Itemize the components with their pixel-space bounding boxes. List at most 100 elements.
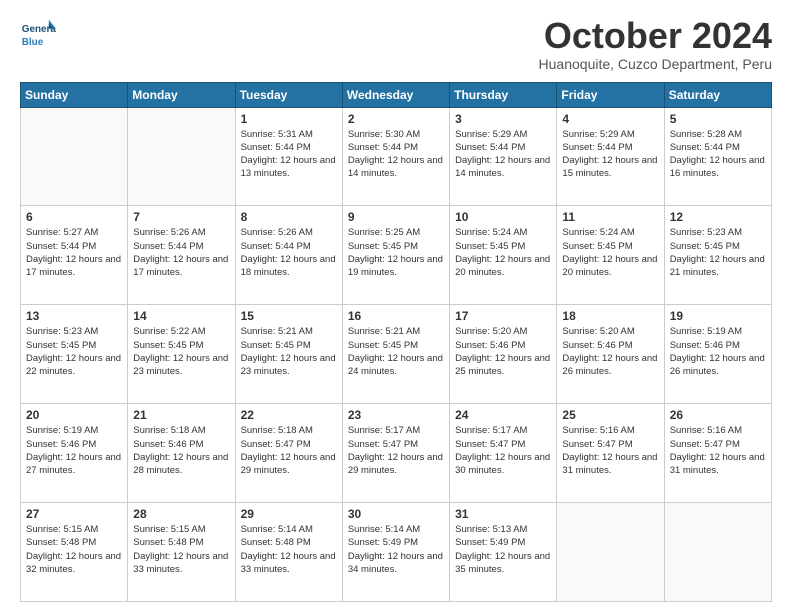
cell-info: Sunrise: 5:15 AMSunset: 5:48 PMDaylight:… (26, 523, 122, 576)
col-monday: Monday (128, 82, 235, 107)
cell-info: Sunrise: 5:27 AMSunset: 5:44 PMDaylight:… (26, 226, 122, 279)
calendar-cell (21, 107, 128, 206)
day-number: 2 (348, 112, 444, 126)
day-number: 7 (133, 210, 229, 224)
calendar-cell: 8 Sunrise: 5:26 AMSunset: 5:44 PMDaylight… (235, 206, 342, 305)
col-thursday: Thursday (450, 82, 557, 107)
day-number: 31 (455, 507, 551, 521)
calendar-cell: 9 Sunrise: 5:25 AMSunset: 5:45 PMDaylight… (342, 206, 449, 305)
calendar-cell: 24 Sunrise: 5:17 AMSunset: 5:47 PMDayligh… (450, 404, 557, 503)
calendar-week-2: 13Sunrise: 5:23 AMSunset: 5:45 PMDayligh… (21, 305, 772, 404)
day-number: 6 (26, 210, 122, 224)
day-number: 17 (455, 309, 551, 323)
calendar-cell: 4Sunrise: 5:29 AMSunset: 5:44 PMDaylight… (557, 107, 664, 206)
cell-info: Sunrise: 5:13 AMSunset: 5:49 PMDaylight:… (455, 523, 551, 576)
day-number: 18 (562, 309, 658, 323)
calendar-cell: 30 Sunrise: 5:14 AMSunset: 5:49 PMDayligh… (342, 503, 449, 602)
calendar-cell: 3 Sunrise: 5:29 AMSunset: 5:44 PMDaylight… (450, 107, 557, 206)
cell-info: Sunrise: 5:15 AMSunset: 5:48 PMDaylight:… (133, 523, 229, 576)
calendar-week-0: 1Sunrise: 5:31 AMSunset: 5:44 PMDaylight… (21, 107, 772, 206)
header-row: Sunday Monday Tuesday Wednesday Thursday… (21, 82, 772, 107)
calendar-cell: 18 Sunrise: 5:20 AMSunset: 5:46 PMDayligh… (557, 305, 664, 404)
cell-info: Sunrise: 5:26 AMSunset: 5:44 PMDaylight:… (133, 226, 229, 279)
day-number: 4 (562, 112, 658, 126)
calendar-cell: 10 Sunrise: 5:24 AMSunset: 5:45 PMDayligh… (450, 206, 557, 305)
day-number: 25 (562, 408, 658, 422)
day-number: 1 (241, 112, 337, 126)
calendar-week-1: 6 Sunrise: 5:27 AMSunset: 5:44 PMDaylight… (21, 206, 772, 305)
day-number: 12 (670, 210, 766, 224)
calendar-cell: 1Sunrise: 5:31 AMSunset: 5:44 PMDaylight… (235, 107, 342, 206)
location-subtitle: Huanoquite, Cuzco Department, Peru (539, 56, 772, 72)
cell-info: Sunrise: 5:28 AMSunset: 5:44 PMDaylight:… (670, 128, 766, 181)
col-friday: Friday (557, 82, 664, 107)
col-wednesday: Wednesday (342, 82, 449, 107)
calendar-cell: 20Sunrise: 5:19 AMSunset: 5:46 PMDayligh… (21, 404, 128, 503)
calendar-cell: 21Sunrise: 5:18 AMSunset: 5:46 PMDayligh… (128, 404, 235, 503)
cell-info: Sunrise: 5:16 AMSunset: 5:47 PMDaylight:… (670, 424, 766, 477)
cell-info: Sunrise: 5:21 AMSunset: 5:45 PMDaylight:… (241, 325, 337, 378)
cell-info: Sunrise: 5:30 AMSunset: 5:44 PMDaylight:… (348, 128, 444, 181)
cell-info: Sunrise: 5:29 AMSunset: 5:44 PMDaylight:… (455, 128, 551, 181)
title-area: October 2024 Huanoquite, Cuzco Departmen… (539, 16, 772, 72)
day-number: 30 (348, 507, 444, 521)
day-number: 14 (133, 309, 229, 323)
calendar-cell: 29Sunrise: 5:14 AMSunset: 5:48 PMDayligh… (235, 503, 342, 602)
calendar-cell: 23 Sunrise: 5:17 AMSunset: 5:47 PMDayligh… (342, 404, 449, 503)
calendar-week-4: 27Sunrise: 5:15 AMSunset: 5:48 PMDayligh… (21, 503, 772, 602)
month-title: October 2024 (539, 16, 772, 56)
day-number: 15 (241, 309, 337, 323)
calendar-cell: 25 Sunrise: 5:16 AMSunset: 5:47 PMDayligh… (557, 404, 664, 503)
calendar-table: Sunday Monday Tuesday Wednesday Thursday… (20, 82, 772, 602)
cell-info: Sunrise: 5:22 AMSunset: 5:45 PMDaylight:… (133, 325, 229, 378)
day-number: 26 (670, 408, 766, 422)
cell-info: Sunrise: 5:20 AMSunset: 5:46 PMDaylight:… (455, 325, 551, 378)
day-number: 9 (348, 210, 444, 224)
cell-info: Sunrise: 5:25 AMSunset: 5:45 PMDaylight:… (348, 226, 444, 279)
calendar-cell (557, 503, 664, 602)
calendar-cell: 19Sunrise: 5:19 AMSunset: 5:46 PMDayligh… (664, 305, 771, 404)
day-number: 22 (241, 408, 337, 422)
calendar-cell: 27Sunrise: 5:15 AMSunset: 5:48 PMDayligh… (21, 503, 128, 602)
calendar-week-3: 20Sunrise: 5:19 AMSunset: 5:46 PMDayligh… (21, 404, 772, 503)
cell-info: Sunrise: 5:26 AMSunset: 5:44 PMDaylight:… (241, 226, 337, 279)
cell-info: Sunrise: 5:17 AMSunset: 5:47 PMDaylight:… (455, 424, 551, 477)
day-number: 16 (348, 309, 444, 323)
cell-info: Sunrise: 5:24 AMSunset: 5:45 PMDaylight:… (562, 226, 658, 279)
calendar-cell: 16 Sunrise: 5:21 AMSunset: 5:45 PMDayligh… (342, 305, 449, 404)
cell-info: Sunrise: 5:14 AMSunset: 5:49 PMDaylight:… (348, 523, 444, 576)
calendar-cell: 7 Sunrise: 5:26 AMSunset: 5:44 PMDaylight… (128, 206, 235, 305)
day-number: 5 (670, 112, 766, 126)
page: General Blue October 2024 Huanoquite, Cu… (0, 0, 792, 612)
cell-info: Sunrise: 5:20 AMSunset: 5:46 PMDaylight:… (562, 325, 658, 378)
cell-info: Sunrise: 5:16 AMSunset: 5:47 PMDaylight:… (562, 424, 658, 477)
col-saturday: Saturday (664, 82, 771, 107)
cell-info: Sunrise: 5:23 AMSunset: 5:45 PMDaylight:… (26, 325, 122, 378)
day-number: 11 (562, 210, 658, 224)
calendar-cell: 15 Sunrise: 5:21 AMSunset: 5:45 PMDayligh… (235, 305, 342, 404)
svg-text:Blue: Blue (22, 37, 44, 48)
calendar-cell: 14 Sunrise: 5:22 AMSunset: 5:45 PMDayligh… (128, 305, 235, 404)
calendar-cell: 13Sunrise: 5:23 AMSunset: 5:45 PMDayligh… (21, 305, 128, 404)
logo-area: General Blue (20, 16, 60, 52)
col-tuesday: Tuesday (235, 82, 342, 107)
day-number: 3 (455, 112, 551, 126)
cell-info: Sunrise: 5:19 AMSunset: 5:46 PMDaylight:… (670, 325, 766, 378)
cell-info: Sunrise: 5:18 AMSunset: 5:47 PMDaylight:… (241, 424, 337, 477)
cell-info: Sunrise: 5:19 AMSunset: 5:46 PMDaylight:… (26, 424, 122, 477)
day-number: 24 (455, 408, 551, 422)
day-number: 23 (348, 408, 444, 422)
day-number: 8 (241, 210, 337, 224)
cell-info: Sunrise: 5:23 AMSunset: 5:45 PMDaylight:… (670, 226, 766, 279)
cell-info: Sunrise: 5:24 AMSunset: 5:45 PMDaylight:… (455, 226, 551, 279)
calendar-cell (128, 107, 235, 206)
calendar-cell: 5 Sunrise: 5:28 AMSunset: 5:44 PMDaylight… (664, 107, 771, 206)
calendar-cell (664, 503, 771, 602)
cell-info: Sunrise: 5:21 AMSunset: 5:45 PMDaylight:… (348, 325, 444, 378)
calendar-cell: 6 Sunrise: 5:27 AMSunset: 5:44 PMDaylight… (21, 206, 128, 305)
cell-info: Sunrise: 5:18 AMSunset: 5:46 PMDaylight:… (133, 424, 229, 477)
calendar-cell: 17 Sunrise: 5:20 AMSunset: 5:46 PMDayligh… (450, 305, 557, 404)
cell-info: Sunrise: 5:17 AMSunset: 5:47 PMDaylight:… (348, 424, 444, 477)
day-number: 10 (455, 210, 551, 224)
calendar-cell: 26 Sunrise: 5:16 AMSunset: 5:47 PMDayligh… (664, 404, 771, 503)
